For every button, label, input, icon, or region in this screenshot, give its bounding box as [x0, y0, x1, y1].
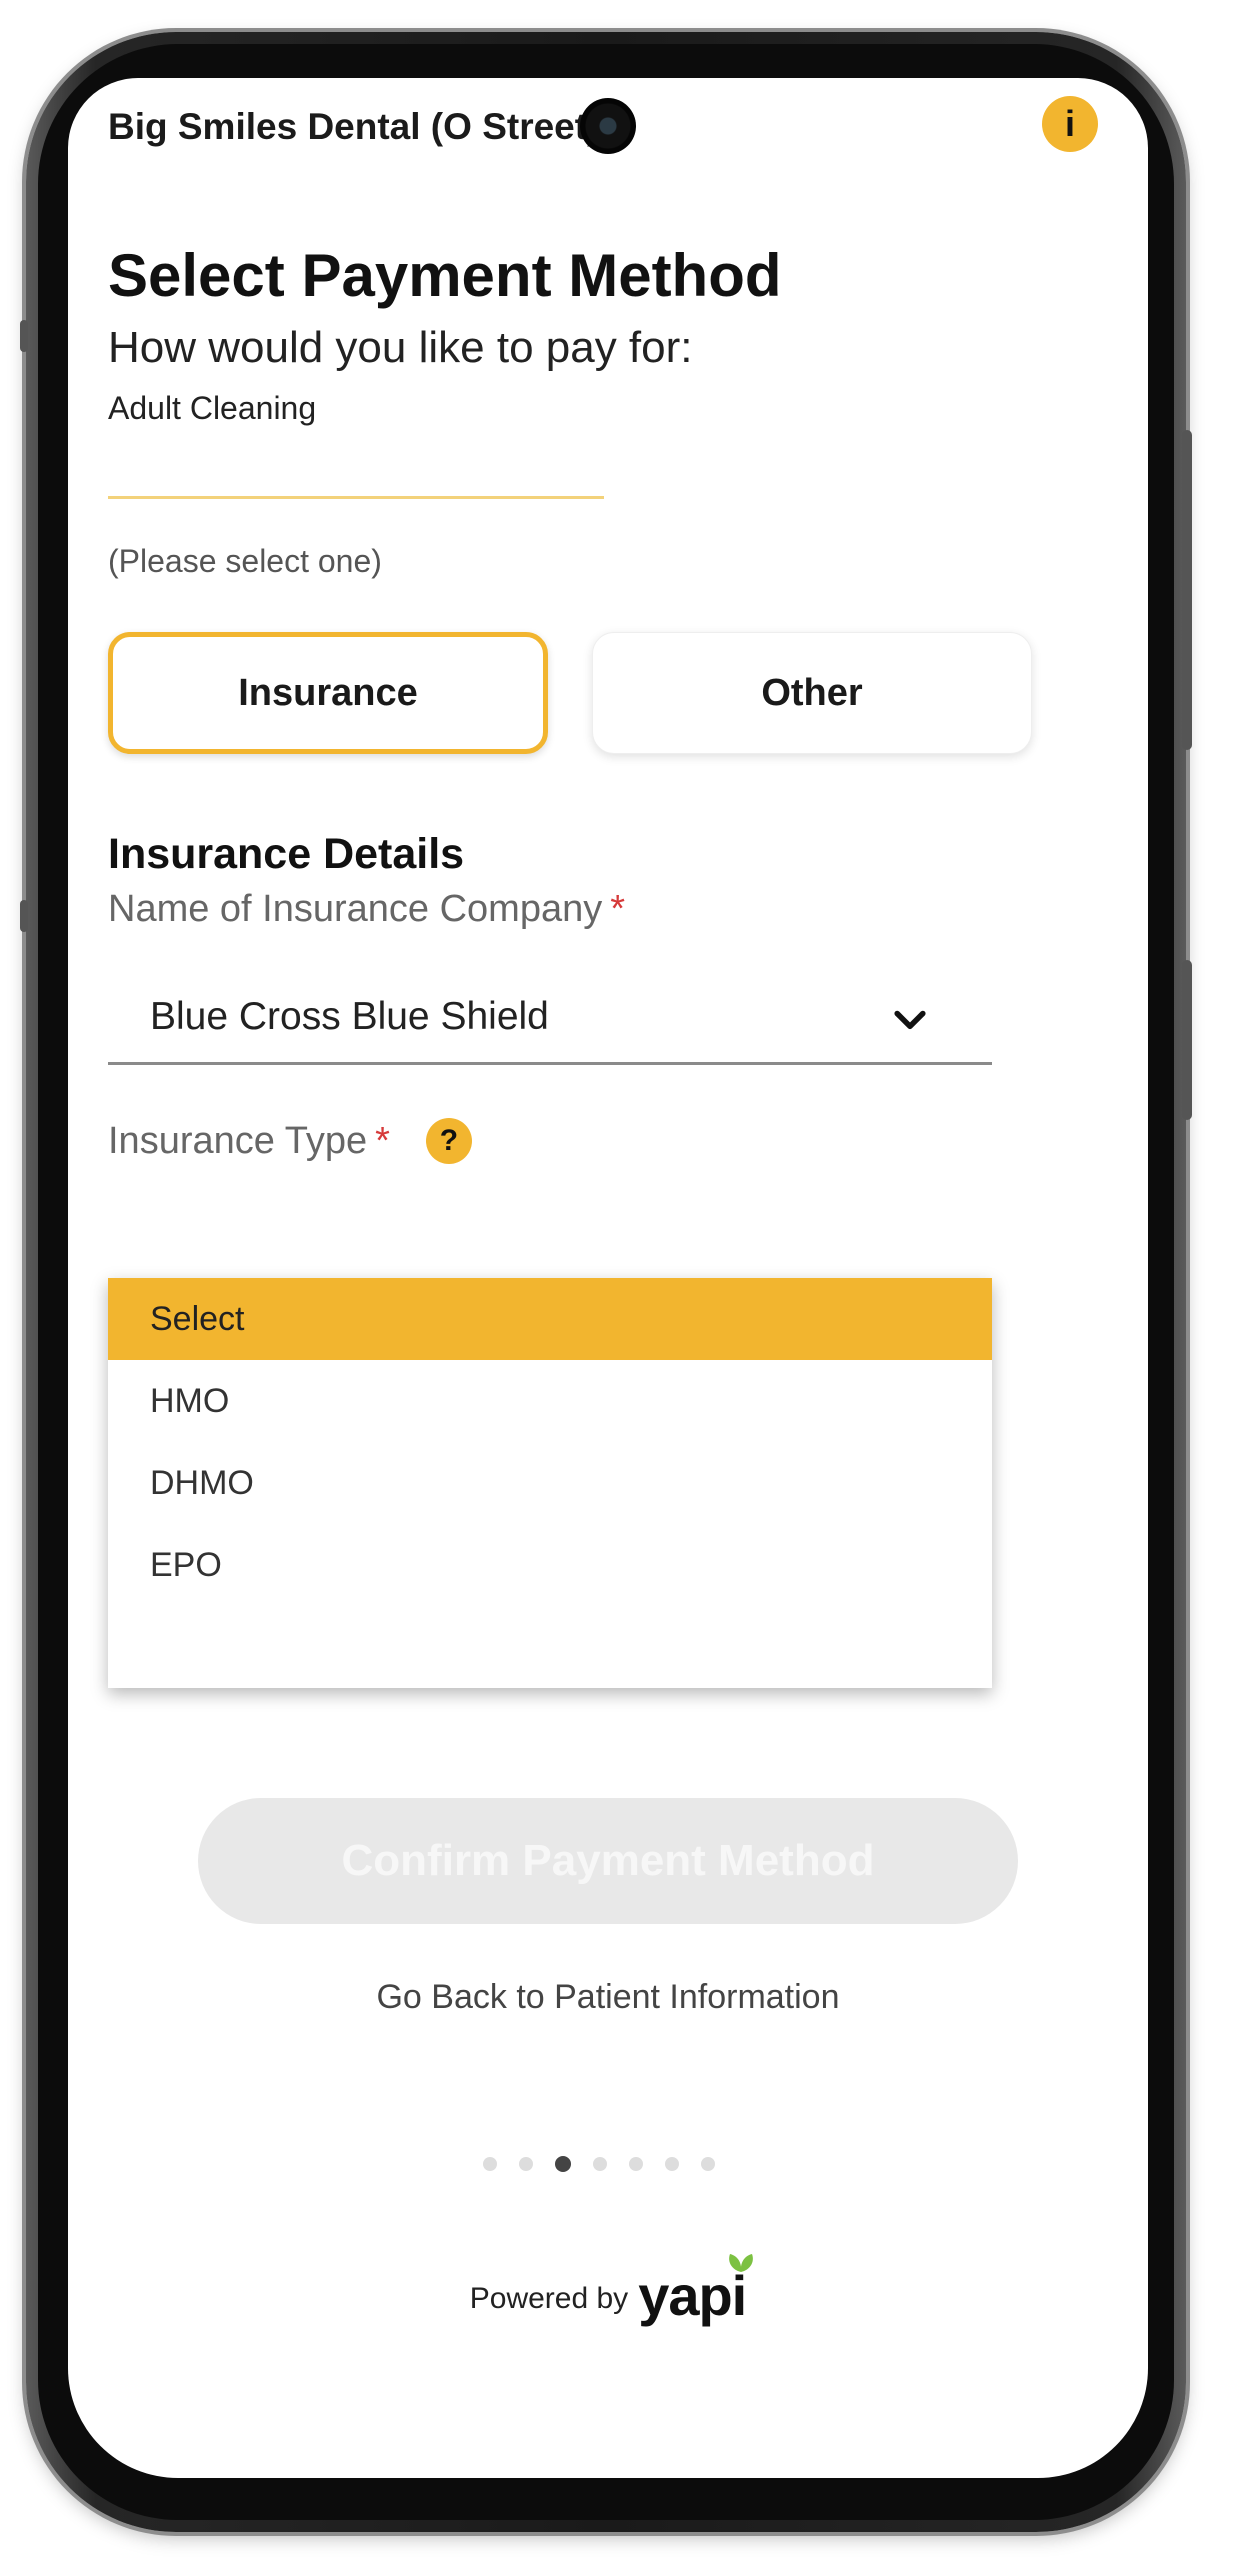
select-hint: (Please select one) [108, 543, 382, 579]
insurance-type-dropdown[interactable]: Select HMO DHMO EPO [108, 1278, 992, 1688]
insurance-button[interactable]: Insurance [108, 632, 548, 754]
progress-dot-active [555, 2156, 571, 2172]
practice-name: Big Smiles Dental (O Street) [108, 106, 600, 147]
progress-dot [665, 2157, 679, 2171]
divider [108, 496, 604, 499]
phone-power-button [1182, 960, 1192, 1120]
leaf-icon [729, 2254, 754, 2272]
progress-dot [519, 2157, 533, 2171]
progress-dots [483, 2156, 715, 2172]
progress-dot [593, 2157, 607, 2171]
progress-dot [629, 2157, 643, 2171]
back-to-patient-info-link[interactable]: Go Back to Patient Information [68, 1978, 1148, 2017]
question-icon[interactable]: ? [425, 1118, 472, 1164]
powered-by-label: Powered by [469, 2282, 629, 2315]
section-title-insurance-details: Insurance Details [108, 830, 465, 878]
insurance-company-label: Name of Insurance Company * [108, 888, 625, 931]
phone-left-button [20, 320, 28, 352]
confirm-payment-button[interactable]: Confirm Payment Method [198, 1798, 1018, 1924]
brand-logo: yapi [638, 2254, 754, 2324]
chevron-down-icon [894, 1010, 926, 1030]
required-mark: * [610, 888, 626, 930]
progress-dot [483, 2157, 497, 2171]
dropdown-option-hmo[interactable]: HMO [108, 1360, 992, 1442]
phone-left-button-2 [20, 900, 28, 932]
phone-volume-button [1182, 430, 1192, 750]
insurance-type-label-text: Insurance Type [108, 1119, 368, 1162]
insurance-company-select[interactable]: Blue Cross Blue Shield [108, 973, 992, 1065]
insurance-company-label-text: Name of Insurance Company [108, 888, 603, 930]
other-button[interactable]: Other [592, 632, 1032, 754]
required-mark: * [375, 1119, 390, 1162]
service-name: Adult Cleaning [108, 390, 317, 426]
progress-dot [701, 2157, 715, 2171]
page-subtitle: How would you like to pay for: [108, 323, 693, 372]
dropdown-option-dhmo[interactable]: DHMO [108, 1442, 992, 1524]
dropdown-option-epo[interactable]: EPO [108, 1524, 992, 1606]
app-screen: Big Smiles Dental (O Street) i Select Pa… [68, 78, 1148, 2478]
front-camera [580, 98, 636, 154]
powered-by: Powered by yapi [68, 2254, 1148, 2324]
insurance-company-value: Blue Cross Blue Shield [150, 995, 549, 1038]
info-icon[interactable]: i [1042, 96, 1098, 152]
page-title: Select Payment Method [108, 242, 782, 309]
insurance-type-label: Insurance Type * ? [108, 1118, 472, 1164]
dropdown-option-select[interactable]: Select [108, 1278, 992, 1360]
